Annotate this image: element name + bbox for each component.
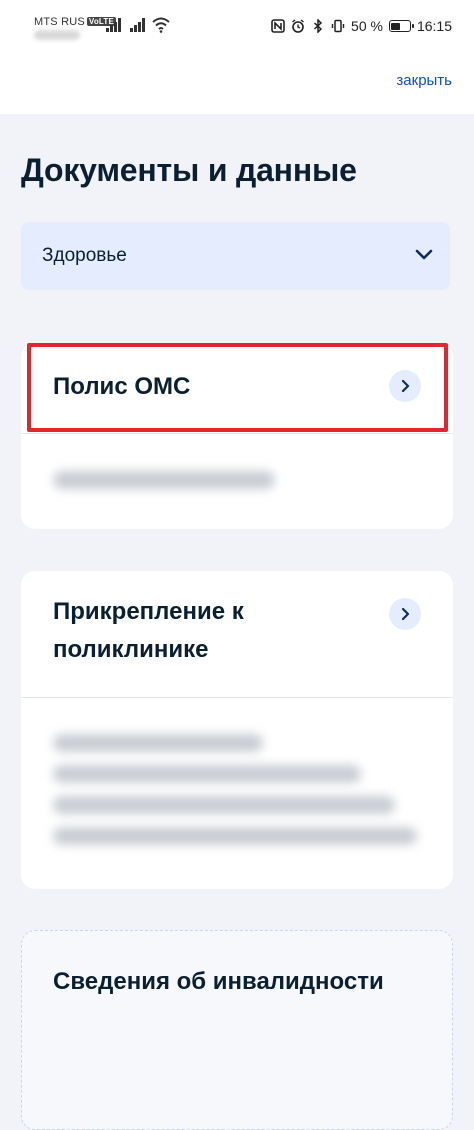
highlight-frame	[27, 343, 448, 432]
card-divider	[21, 433, 453, 434]
chevron-down-icon	[415, 249, 433, 260]
status-bar: MTS RUS VoLTE 50 % 16:15	[0, 0, 474, 58]
page-title: Документы и данные	[21, 152, 357, 188]
carrier-name: MTS RUS VoLTE	[34, 16, 117, 28]
carrier-label: MTS RUS	[34, 16, 85, 28]
card-clinic-attachment-title-line1: Прикрепление к	[53, 598, 244, 625]
card-divider	[21, 697, 453, 698]
chevron-right-icon	[401, 607, 410, 621]
bluetooth-icon	[314, 19, 323, 33]
blurred-clinic-line-4	[53, 827, 417, 845]
card-clinic-attachment-open-button[interactable]	[389, 598, 421, 630]
alarm-icon	[292, 19, 304, 33]
blurred-policy-number	[53, 471, 275, 489]
blurred-clinic-line-2	[53, 765, 361, 783]
blurred-clinic-line-3	[53, 796, 395, 814]
nfc-icon	[271, 19, 285, 33]
content-area: Документы и данные Здоровье Полис ОМС Пр…	[0, 114, 474, 1130]
category-select[interactable]: Здоровье	[21, 222, 450, 290]
status-right-group: 50 % 16:15	[271, 18, 452, 34]
card-clinic-attachment-title: Прикрепление к поликлинике	[53, 593, 244, 669]
card-clinic-attachment[interactable]: Прикрепление к поликлинике	[21, 571, 453, 889]
category-select-value: Здоровье	[42, 245, 127, 266]
blurred-clinic-line-1	[53, 734, 263, 752]
card-disability-info-title: Сведения об инвалидности	[53, 968, 384, 995]
card-disability-info[interactable]: Сведения об инвалидности	[21, 930, 453, 1130]
clock: 16:15	[416, 18, 452, 34]
app-top-bar: закрыть	[0, 58, 474, 114]
battery-percent: 50 %	[351, 18, 383, 34]
battery-icon	[388, 20, 414, 32]
wifi-icon	[152, 17, 170, 33]
signal-icon	[106, 18, 122, 32]
carrier-secondary-blurred	[34, 30, 80, 40]
vibrate-icon	[331, 19, 345, 33]
close-link[interactable]: закрыть	[396, 72, 452, 89]
signal-icon-2	[130, 18, 146, 32]
card-clinic-attachment-title-line2: поликлинике	[53, 636, 209, 663]
